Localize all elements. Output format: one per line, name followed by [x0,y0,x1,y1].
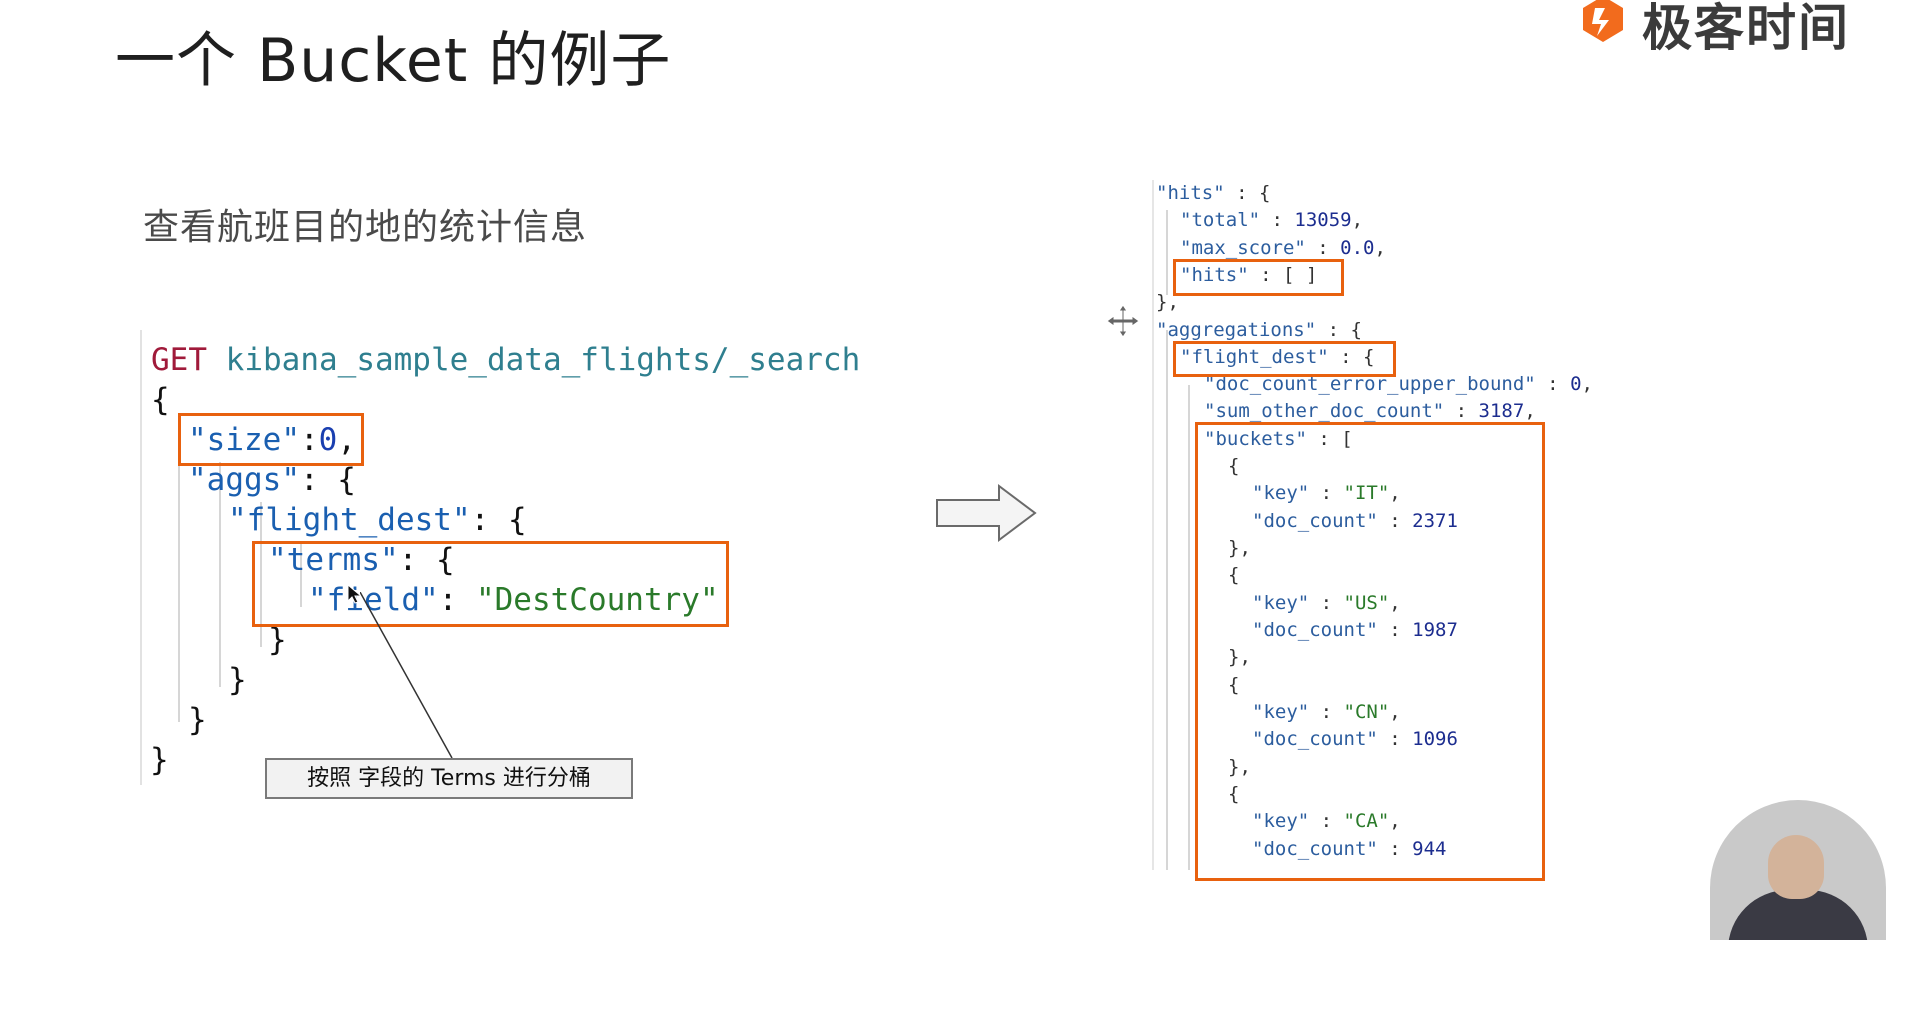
total-key: "total" [1180,209,1261,231]
size-highlight-box [178,413,364,466]
max-score-key: "max_score" [1180,237,1306,259]
inner-hits-highlight-box [1173,259,1344,296]
code-line: { [151,382,170,418]
flight-dest-highlight-box [1173,341,1396,377]
aggregations-key: "aggregations" [1156,319,1317,341]
sum-other-key: "sum_other_doc_count" [1204,400,1445,422]
code-line: } [150,742,169,778]
code-line-aggs: "aggs": { [188,462,356,498]
total-value: 13059 [1294,209,1352,231]
json-line: "hits" : { [1156,182,1271,204]
flight-dest-key: "flight_dest" [228,502,471,538]
error-bound-value: 0 [1570,373,1582,395]
json-line: "total" : 13059, [1180,209,1364,231]
buckets-highlight-box [1195,422,1545,881]
code-line-flight-dest: "flight_dest": { [228,502,527,538]
right-arrow-icon [936,484,1037,542]
max-score-value: 0.0 [1340,237,1375,259]
terms-callout: 按照 字段的 Terms 进行分桶 [265,758,633,799]
terms-highlight-box [252,541,729,627]
presenter-video-thumbnail [1710,800,1886,940]
code-line: } [228,662,247,698]
presenter-head [1768,835,1824,899]
request-path: kibana_sample_data_flights/_search [225,342,861,378]
move-cursor-icon [1106,304,1140,338]
hits-key: "hits" [1156,182,1225,204]
callout-pointer-line [360,592,453,759]
code-line: } [188,702,207,738]
slide-title: 一个 Bucket 的例子 [115,26,672,96]
request-code: GET kibana_sample_data_flights/_search {… [142,330,860,850]
aggs-key: "aggs" [188,462,300,498]
slide-subtitle: 查看航班目的地的统计信息 [143,207,588,248]
logo-text: 极客时间 [1642,0,1850,57]
response-json: "hits" : { "total" : 13059, "max_score" … [1154,180,1593,1026]
brand-logo: 极客时间 [1578,0,1878,57]
http-method: GET [151,342,207,378]
sum-other-value: 3187 [1478,400,1525,422]
geektime-logo-icon [1583,0,1623,42]
request-line: GET kibana_sample_data_flights/_search [151,340,860,380]
